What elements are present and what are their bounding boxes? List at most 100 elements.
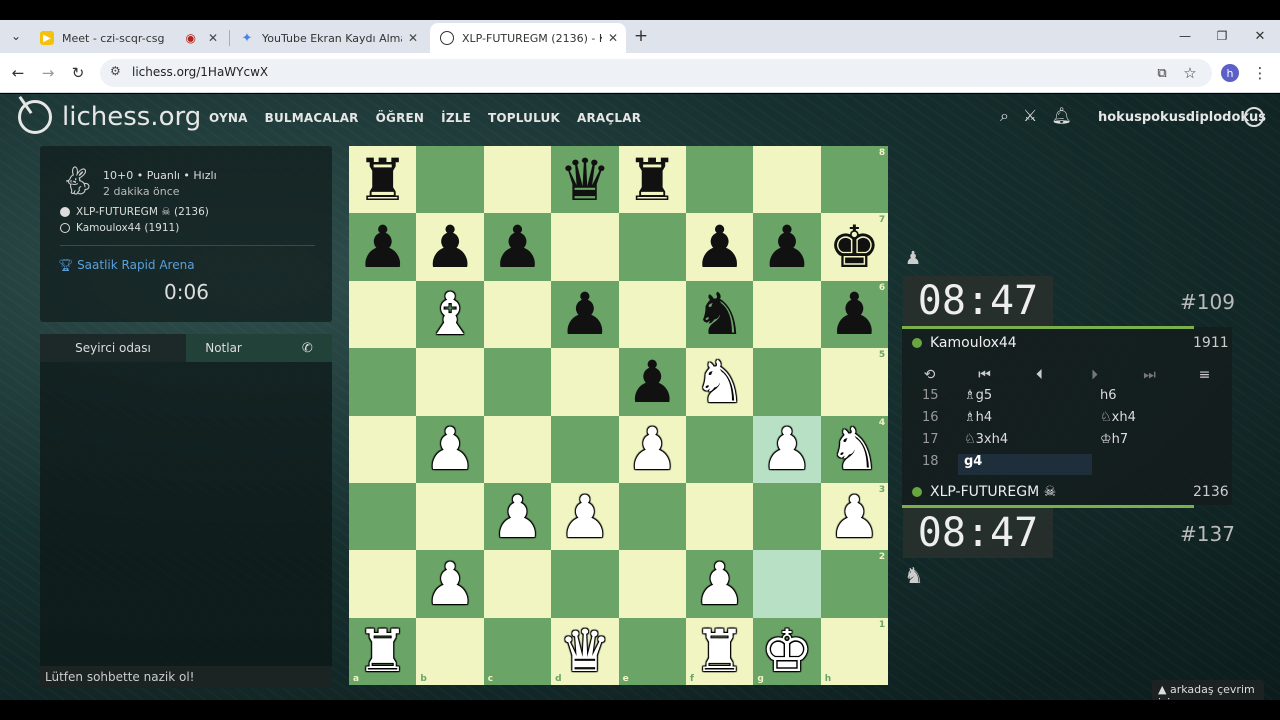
user-circle-icon[interactable] <box>1244 107 1264 127</box>
square-d8[interactable]: ♛ <box>551 146 619 214</box>
white-move[interactable]: ♗g5 <box>964 388 992 403</box>
white-rook-piece[interactable]: ♜ <box>694 622 746 680</box>
square-b1[interactable]: b <box>416 617 484 686</box>
square-g2[interactable] <box>753 550 821 618</box>
tab-meet[interactable]: ▶ Meet - czi-scqr-csg ◉ ✕ <box>30 23 226 53</box>
profile-avatar[interactable]: h <box>1221 64 1239 82</box>
square-f3[interactable] <box>685 482 754 551</box>
square-e7[interactable] <box>618 213 686 281</box>
tab-lichess-game[interactable]: XLP-FUTUREGM (2136) - Kamoulox44 ✕ <box>430 23 626 53</box>
bell-icon[interactable]: 🔔︎ <box>1051 106 1071 126</box>
white-move[interactable]: ♗h4 <box>964 410 992 425</box>
minimize-icon[interactable]: — <box>1175 26 1195 46</box>
square-f2[interactable]: ♟ <box>685 550 754 618</box>
square-d3[interactable]: ♟ <box>551 482 619 551</box>
square-f7[interactable]: ♟ <box>685 213 754 281</box>
square-e1[interactable]: e <box>618 617 686 686</box>
menu-icon[interactable]: ≡ <box>1177 367 1232 383</box>
square-a6[interactable] <box>349 280 417 349</box>
bottom-player[interactable]: XLP-FUTUREGM ☠ <box>912 484 1056 500</box>
square-b6[interactable]: ♝ <box>416 280 484 349</box>
black-pawn-piece[interactable]: ♟ <box>491 218 543 276</box>
chat-input[interactable]: Lütfen sohbette nazik ol! <box>40 666 332 688</box>
square-h6[interactable]: 6 ♟ <box>820 280 889 349</box>
square-b7[interactable]: ♟ <box>416 213 484 281</box>
browser-menu-icon[interactable]: ⋮ <box>1250 63 1270 83</box>
black-pawn-piece[interactable]: ♟ <box>559 285 611 343</box>
site-settings-icon[interactable]: ⚙ <box>110 64 121 78</box>
close-tab-icon[interactable]: ✕ <box>408 31 418 45</box>
square-h3[interactable]: 3 ♟ <box>820 482 889 551</box>
square-h1[interactable]: 1h <box>820 617 889 686</box>
white-bishop-piece[interactable]: ♝ <box>424 285 476 343</box>
white-king-piece[interactable]: ♚ <box>761 622 813 680</box>
square-g3[interactable] <box>753 482 821 551</box>
black-knight-piece[interactable]: ♞ <box>694 285 746 343</box>
square-f8[interactable] <box>685 146 754 214</box>
square-d5[interactable] <box>551 348 619 416</box>
arena-link[interactable]: 🏆︎ Saatlik Rapid Arena <box>58 258 195 272</box>
square-b3[interactable] <box>416 482 484 551</box>
square-f5[interactable]: ♞ <box>685 348 754 416</box>
nav-puzzles[interactable]: BULMACALAR <box>265 111 359 125</box>
square-c7[interactable]: ♟ <box>483 213 552 281</box>
white-pawn-piece[interactable]: ♟ <box>761 420 813 478</box>
square-h7[interactable]: 7 ♚ <box>820 213 889 281</box>
back-arrow-icon[interactable]: ← <box>8 63 28 83</box>
nav-play[interactable]: OYNA <box>209 111 248 125</box>
bookmark-star-icon[interactable]: ☆ <box>1180 63 1200 83</box>
nav-watch[interactable]: İZLE <box>441 111 471 125</box>
square-d2[interactable] <box>551 550 619 618</box>
black-move[interactable]: h6 <box>1100 388 1117 403</box>
square-c8[interactable] <box>483 146 552 214</box>
white-queen-piece[interactable]: ♛ <box>559 622 611 680</box>
white-pawn-piece[interactable]: ♟ <box>626 420 678 478</box>
search-icon[interactable]: ⌕ <box>1000 106 1009 126</box>
tab-notes[interactable]: Notlar ✆ <box>186 334 332 362</box>
white-player-row[interactable]: XLP-FUTUREGM ☠ (2136) <box>60 206 209 218</box>
square-h2[interactable]: 2 <box>820 550 889 618</box>
friends-online-button[interactable]: ▲ arkadaş çevrim içi <box>1152 680 1264 700</box>
square-a2[interactable] <box>349 550 417 618</box>
black-pawn-piece[interactable]: ♟ <box>761 218 813 276</box>
tab-youtube-guide[interactable]: ✦ YouTube Ekran Kaydı Alma Yöntemi ✕ <box>230 23 426 53</box>
square-c6[interactable] <box>483 280 552 349</box>
first-move-icon[interactable]: ⏮ <box>957 367 1012 383</box>
nav-tools[interactable]: ARAÇLAR <box>577 111 641 125</box>
black-player-row[interactable]: Kamoulox44 (1911) <box>60 222 179 234</box>
square-a3[interactable] <box>349 482 417 551</box>
square-g5[interactable] <box>753 348 821 416</box>
square-e5[interactable]: ♟ <box>618 348 686 416</box>
white-move-current[interactable]: g4 <box>964 454 982 469</box>
black-pawn-piece[interactable]: ♟ <box>424 218 476 276</box>
square-d1[interactable]: d ♛ <box>551 617 619 686</box>
square-h8[interactable]: 8 <box>820 146 889 214</box>
tab-spectator-room[interactable]: Seyirci odası <box>40 334 186 362</box>
phone-icon[interactable]: ✆ <box>302 341 313 356</box>
prev-move-icon[interactable]: ⏴ <box>1012 367 1067 383</box>
black-pawn-piece[interactable]: ♟ <box>694 218 746 276</box>
square-c3[interactable]: ♟ <box>483 482 552 551</box>
white-pawn-piece[interactable]: ♟ <box>828 488 880 546</box>
black-move[interactable]: ♔h7 <box>1100 432 1128 447</box>
square-a1[interactable]: a ♜ <box>349 617 417 686</box>
forward-arrow-icon[interactable]: → <box>38 63 58 83</box>
square-c2[interactable] <box>483 550 552 618</box>
square-c1[interactable]: c <box>483 617 552 686</box>
square-d7[interactable] <box>551 213 619 281</box>
black-pawn-piece[interactable]: ♟ <box>828 285 880 343</box>
square-d4[interactable] <box>551 415 619 483</box>
square-e8[interactable]: ♜ <box>618 146 686 214</box>
square-g7[interactable]: ♟ <box>753 213 821 281</box>
square-a5[interactable] <box>349 348 417 416</box>
nav-community[interactable]: TOPLULUK <box>488 111 560 125</box>
close-tab-icon[interactable]: ✕ <box>208 31 218 45</box>
black-king-piece[interactable]: ♚ <box>828 218 880 276</box>
square-g6[interactable] <box>753 280 821 349</box>
square-b5[interactable] <box>416 348 484 416</box>
white-pawn-piece[interactable]: ♟ <box>424 555 476 613</box>
white-move[interactable]: ♘3xh4 <box>964 432 1008 447</box>
square-b4[interactable]: ♟ <box>416 415 484 483</box>
square-c4[interactable] <box>483 415 552 483</box>
black-queen-piece[interactable]: ♛ <box>559 151 611 209</box>
